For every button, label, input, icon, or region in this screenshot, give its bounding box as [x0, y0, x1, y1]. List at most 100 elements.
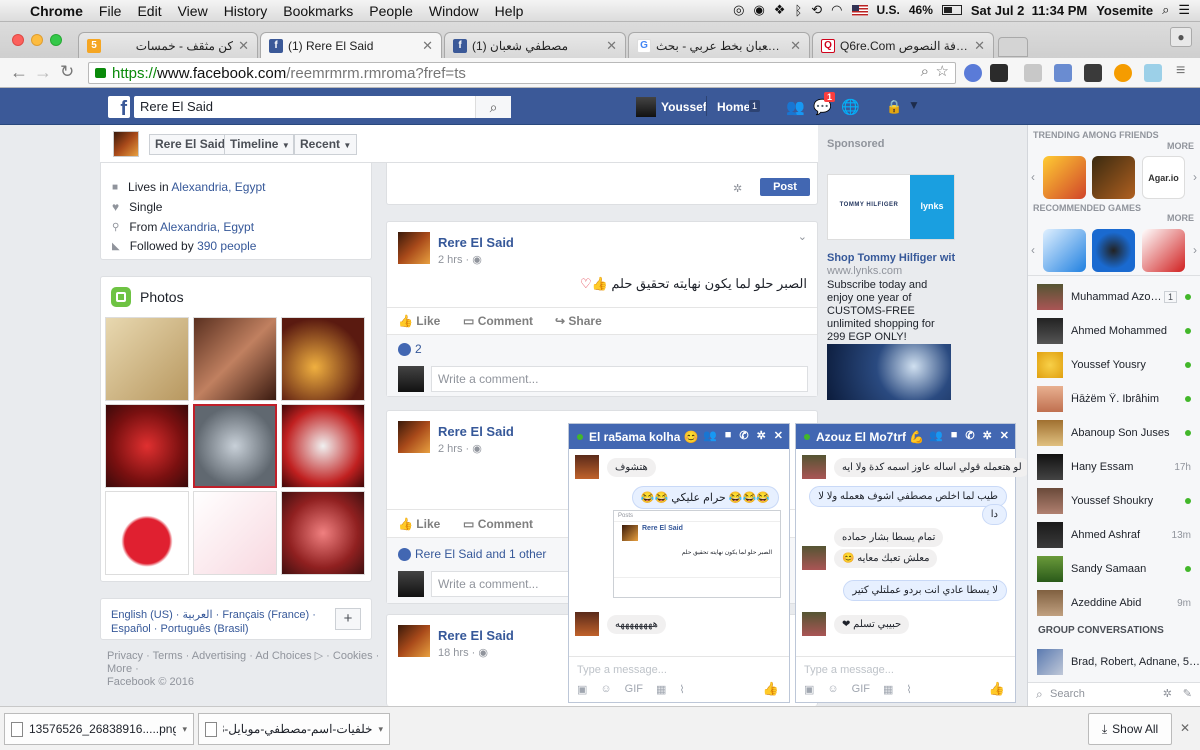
- friend-item[interactable]: Abanoup Son Juses: [1028, 416, 1200, 450]
- phone-icon[interactable]: ✆: [965, 429, 974, 442]
- reactions-summary[interactable]: 2: [398, 342, 422, 356]
- friend-item[interactable]: Youssef Shoukry: [1028, 484, 1200, 518]
- comment-button[interactable]: ▭ Comment: [463, 314, 533, 328]
- photo-thumbnail[interactable]: [105, 491, 189, 575]
- chat-title[interactable]: El ra5ama kolha 😊: [589, 430, 699, 444]
- add-friend-icon[interactable]: 👥: [929, 429, 943, 442]
- photo-thumbnail[interactable]: [193, 317, 277, 401]
- new-tab-button[interactable]: [998, 37, 1028, 57]
- close-chat-icon[interactable]: ✕: [774, 429, 783, 442]
- chevron-left-icon[interactable]: ‹: [1031, 170, 1035, 184]
- post-timestamp[interactable]: 2 hrs: [438, 254, 462, 266]
- chevron-right-icon[interactable]: ›: [1193, 170, 1197, 184]
- profile-link[interactable]: Youssef: [661, 100, 707, 114]
- menu-edit[interactable]: Edit: [129, 3, 169, 19]
- menu-view[interactable]: View: [170, 3, 216, 19]
- photo-thumbnail[interactable]: [105, 317, 189, 401]
- home-link[interactable]: Home: [717, 100, 750, 114]
- add-friend-icon[interactable]: 👥: [703, 429, 717, 442]
- attach-icon[interactable]: ⌇: [679, 683, 684, 696]
- game-tile[interactable]: [1092, 156, 1135, 199]
- close-tab-icon[interactable]: ✕: [238, 38, 249, 54]
- chrome-menu-icon[interactable]: ≡: [1176, 62, 1185, 80]
- comment-input[interactable]: Write a comment...: [431, 571, 571, 597]
- extension-icon[interactable]: [964, 64, 982, 82]
- close-download-bar-icon[interactable]: ✕: [1180, 721, 1190, 735]
- creative-cloud-icon[interactable]: ◎: [733, 2, 744, 18]
- game-tile[interactable]: [1043, 229, 1086, 272]
- add-language-button[interactable]: +: [335, 608, 361, 630]
- emoji-icon[interactable]: ☺: [827, 683, 838, 696]
- timeline-dropdown[interactable]: Timeline ▼: [224, 134, 294, 155]
- dropbox-icon[interactable]: ❖: [774, 2, 786, 18]
- wifi-icon[interactable]: ◠: [831, 2, 842, 18]
- more-link[interactable]: MORE: [1167, 213, 1194, 223]
- comment-button[interactable]: ▭ Comment: [463, 517, 533, 531]
- post-author-avatar[interactable]: [398, 232, 430, 264]
- forward-icon[interactable]: →: [34, 62, 52, 83]
- camera-icon[interactable]: ▣: [804, 683, 814, 696]
- privacy-gear-icon[interactable]: ✲: [733, 182, 742, 195]
- reactions-summary[interactable]: Rere El Said and 1 other: [398, 547, 546, 561]
- post-timestamp[interactable]: 18 hrs: [438, 647, 469, 659]
- post-author-name[interactable]: Rere El Said: [438, 235, 514, 250]
- close-tab-icon[interactable]: ✕: [422, 38, 433, 54]
- photo-thumbnail[interactable]: [281, 317, 365, 401]
- like-button[interactable]: 👍 Like: [398, 517, 440, 531]
- facebook-search-input[interactable]: Rere El Said: [134, 96, 511, 118]
- extension-icon[interactable]: [1024, 64, 1042, 82]
- download-item[interactable]: 13576526_26838916.....png ▾: [4, 713, 194, 745]
- gif-icon[interactable]: GIF: [852, 683, 870, 696]
- photo-thumbnail[interactable]: [105, 404, 189, 488]
- friend-requests-icon[interactable]: 👥: [786, 98, 805, 116]
- tab-mostafa-shaaban[interactable]: f (1) مصطفي شعبان ✕: [444, 32, 626, 58]
- post-options-chevron-icon[interactable]: ⌄: [798, 230, 807, 243]
- tab-rere-el-said[interactable]: f (1) Rere El Said ✕: [260, 32, 442, 58]
- extension-icon[interactable]: [990, 64, 1008, 82]
- message-input[interactable]: Type a message...: [577, 664, 667, 676]
- chat-title[interactable]: Azouz El Mo7trf 💪: [816, 430, 924, 444]
- chat-header[interactable]: El ra5ama kolha 😊 👥 ■ ✆ ✲ ✕: [569, 424, 789, 449]
- from-city-link[interactable]: Alexandria, Egypt: [160, 220, 254, 234]
- post-author-name[interactable]: Rere El Said: [438, 424, 514, 439]
- friend-item[interactable]: Sandy Samaan: [1028, 552, 1200, 586]
- bluetooth-icon[interactable]: ᛒ: [794, 3, 802, 18]
- close-tab-icon[interactable]: ✕: [606, 38, 617, 54]
- friend-item[interactable]: Ahmed Mohammed: [1028, 314, 1200, 348]
- extension-icon[interactable]: [1054, 64, 1072, 82]
- account-menu-icon[interactable]: ▼: [908, 98, 920, 112]
- game-tile[interactable]: [1043, 156, 1086, 199]
- settings-gear-icon[interactable]: ✲: [983, 429, 992, 442]
- language-links[interactable]: Español · Português (Brasil): [111, 622, 316, 636]
- gif-icon[interactable]: GIF: [625, 683, 643, 696]
- menu-people[interactable]: People: [361, 3, 421, 19]
- profile-thumbnail[interactable]: [113, 131, 139, 157]
- menu-help[interactable]: Help: [487, 3, 532, 19]
- extension-icon[interactable]: [1114, 64, 1132, 82]
- message-input[interactable]: Type a message...: [804, 664, 894, 676]
- followers-link[interactable]: 390 people: [197, 239, 256, 253]
- recent-dropdown[interactable]: Recent ▼: [294, 134, 357, 155]
- chat-search-input[interactable]: Search: [1050, 688, 1085, 700]
- time-machine-icon[interactable]: ⟲: [811, 2, 822, 18]
- new-message-icon[interactable]: ✎: [1183, 687, 1192, 700]
- menu-window[interactable]: Window: [421, 3, 487, 19]
- back-icon[interactable]: ←: [10, 62, 28, 83]
- download-menu-icon[interactable]: ▾: [378, 724, 383, 735]
- photo-thumbnail[interactable]: [193, 404, 277, 488]
- zoom-icon[interactable]: ⌕: [921, 63, 929, 80]
- chat-settings-icon[interactable]: ✲: [1163, 687, 1172, 700]
- stickers-icon[interactable]: ▦: [656, 683, 666, 696]
- language-links[interactable]: English (US) · العربية · Français (Franc…: [111, 608, 316, 622]
- share-button[interactable]: ↪ Share: [555, 314, 602, 328]
- chat-header[interactable]: Azouz El Mo7trf 💪 👥 ■ ✆ ✲ ✕: [796, 424, 1015, 449]
- friend-item[interactable]: Ahmed Ashraf 13m: [1028, 518, 1200, 552]
- post-timestamp[interactable]: 2 hrs: [438, 443, 462, 455]
- close-tab-icon[interactable]: ✕: [974, 38, 985, 54]
- zoom-window-button[interactable]: [50, 34, 62, 46]
- post-button[interactable]: Post: [760, 178, 810, 196]
- video-call-icon[interactable]: ■: [951, 429, 958, 442]
- comment-input[interactable]: Write a comment...: [431, 366, 808, 392]
- post-author-avatar[interactable]: [398, 625, 430, 657]
- phone-icon[interactable]: ✆: [739, 429, 748, 442]
